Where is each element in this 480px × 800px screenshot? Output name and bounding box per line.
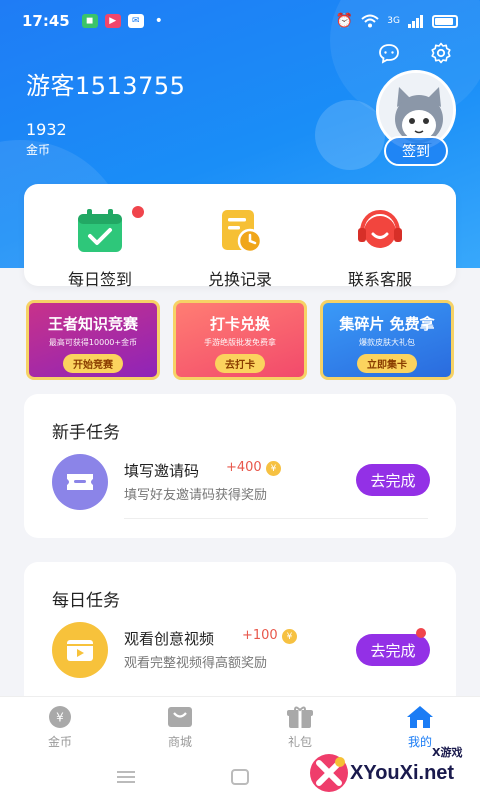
svg-text:¥: ¥ <box>56 711 64 725</box>
tab-coins[interactable]: ¥ 金币 <box>20 705 100 750</box>
network-type: 3G <box>387 16 400 26</box>
signin-button[interactable]: 签到 <box>384 136 448 166</box>
status-indicators: ⏰ 3G <box>336 13 458 29</box>
section-title: 新手任务 <box>52 423 120 443</box>
task-reward: +400 <box>226 460 262 475</box>
video-icon <box>52 622 108 678</box>
tab-mall[interactable]: 商城 <box>140 705 220 750</box>
daily-tasks-card: 每日任务 观看创意视频 +100 ¥ 观看完整视频得高额奖励 去完成 <box>24 562 456 712</box>
calendar-check-icon <box>76 206 144 254</box>
promo-subtitle: 手游绝版批发免费拿 <box>204 338 276 347</box>
promo-button[interactable]: 立即集卡 <box>357 354 417 373</box>
gift-tab-icon <box>286 705 314 729</box>
quick-action-label: 兑换记录 <box>207 270 272 289</box>
promo-button[interactable]: 去打卡 <box>215 354 265 373</box>
tab-label: 商城 <box>167 735 192 749</box>
ticket-icon <box>52 454 108 510</box>
promo-button[interactable]: 开始竞赛 <box>63 354 123 373</box>
promo-subtitle: 最高可获得10000+金币 <box>48 338 138 347</box>
promo-subtitle: 爆款皮肤大礼包 <box>359 338 415 347</box>
shop-tab-icon <box>166 705 194 729</box>
coin-icon: ¥ <box>266 461 281 476</box>
watermark-small-text: X游戏 <box>432 746 463 759</box>
coin-tab-icon: ¥ <box>46 705 74 729</box>
alarm-icon: ⏰ <box>335 13 354 29</box>
headset-service-icon <box>356 208 404 254</box>
task-name: 观看创意视频 <box>124 630 215 648</box>
task-name: 填写邀请码 <box>124 462 200 480</box>
coins-balance: 1932 <box>26 120 67 139</box>
dot-icon: • <box>154 13 163 29</box>
username: 游客1513755 <box>26 72 186 100</box>
app-notification-icon: ◼ <box>81 14 98 28</box>
task-description: 填写好友邀请码获得奖励 <box>124 488 268 503</box>
task-description: 观看完整视频得高额奖励 <box>124 656 268 671</box>
newbie-tasks-card: 新手任务 填写邀请码 +400 ¥ 填写好友邀请码获得奖励 去完成 <box>24 394 456 538</box>
section-title: 每日任务 <box>52 591 120 611</box>
watermark-text: XYouXi.net <box>350 762 455 784</box>
battery-icon <box>432 14 458 28</box>
status-time: 17:45 <box>22 12 70 30</box>
status-bar: 17:45 ◼ ▶ ✉ • ⏰ 3G <box>0 0 480 42</box>
promo-collect-fragments[interactable]: 集碎片 免费拿 爆款皮肤大礼包 立即集卡 <box>320 300 454 380</box>
menu-nav-icon[interactable] <box>117 770 135 784</box>
promo-title: 集碎片 免费拿 <box>339 315 435 333</box>
quick-action-exchange-record[interactable]: 兑换记录 <box>170 208 310 290</box>
home-tab-icon <box>406 705 434 729</box>
quick-action-customer-service[interactable]: 联系客服 <box>310 208 450 290</box>
record-clock-icon <box>216 208 264 254</box>
watermark-logo-icon <box>310 754 348 792</box>
promo-title: 打卡兑换 <box>209 315 270 333</box>
coin-icon: ¥ <box>282 629 297 644</box>
notification-dot <box>416 628 426 638</box>
task-complete-button[interactable]: 去完成 <box>356 634 430 666</box>
quick-action-daily-signin[interactable]: 每日签到 <box>30 206 170 290</box>
notification-dot <box>132 206 144 218</box>
task-reward: +100 <box>242 628 278 643</box>
settings-gear-icon[interactable] <box>430 42 452 64</box>
promo-title: 王者知识竞赛 <box>47 315 138 333</box>
promo-knowledge-contest[interactable]: 王者知识竞赛 最高可获得10000+金币 开始竞赛 <box>26 300 160 380</box>
message-icon[interactable] <box>378 42 400 64</box>
quick-action-label: 每日签到 <box>67 270 132 289</box>
tab-label: 金币 <box>47 735 72 749</box>
wifi-icon <box>361 14 379 28</box>
video-notification-icon: ▶ <box>104 14 121 28</box>
coins-label: 金币 <box>26 143 51 157</box>
promo-checkin-exchange[interactable]: 打卡兑换 手游绝版批发免费拿 去打卡 <box>173 300 307 380</box>
home-nav-icon[interactable] <box>231 769 249 785</box>
mail-notification-icon: ✉ <box>127 14 144 28</box>
divider <box>124 518 428 519</box>
watermark: X游戏 XYouXi.net <box>300 740 480 800</box>
signal-icon <box>408 15 423 28</box>
quick-actions-card: 每日签到 兑换记录 联系客服 <box>24 184 456 289</box>
quick-action-label: 联系客服 <box>347 270 412 289</box>
task-complete-button[interactable]: 去完成 <box>356 464 430 496</box>
